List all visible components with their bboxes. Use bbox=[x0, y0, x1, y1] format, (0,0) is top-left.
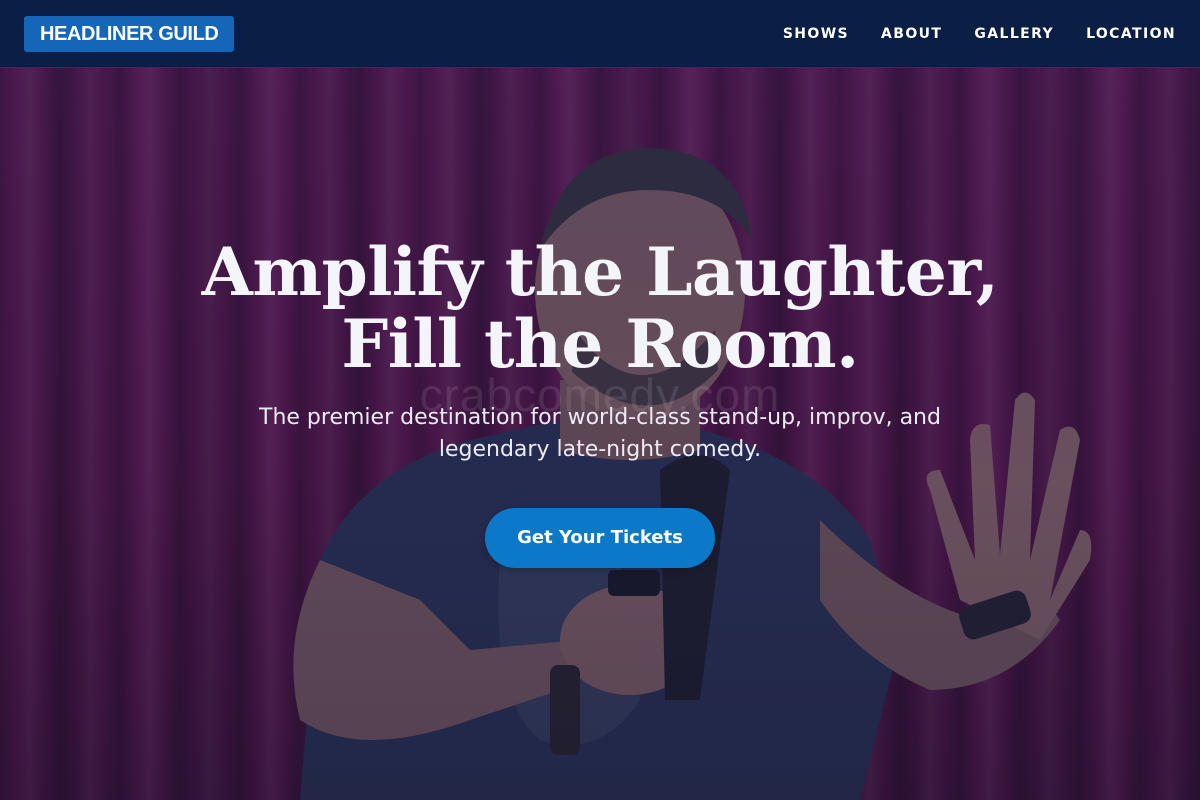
get-tickets-button[interactable]: Get Your Tickets bbox=[485, 508, 715, 568]
hero-headline: Amplify the Laughter, Fill the Room. bbox=[201, 233, 999, 383]
hero-content: Amplify the Laughter, Fill the Room. The… bbox=[0, 236, 1200, 568]
nav-item-gallery[interactable]: GALLERY bbox=[974, 26, 1054, 42]
landing-page: crabcomedy.com HEADLINER GUILD SHOWS ABO… bbox=[0, 0, 1200, 800]
nav-item-about[interactable]: ABOUT bbox=[881, 26, 942, 42]
brand-logo-button[interactable]: HEADLINER GUILD bbox=[24, 16, 235, 52]
top-navigation-bar: HEADLINER GUILD SHOWS ABOUT GALLERY LOCA… bbox=[0, 0, 1200, 68]
nav-item-location[interactable]: LOCATION bbox=[1086, 26, 1176, 42]
nav-links: SHOWS ABOUT GALLERY LOCATION bbox=[783, 0, 1176, 68]
hero-subheadline: The premier destination for world-class … bbox=[259, 405, 941, 462]
nav-item-shows[interactable]: SHOWS bbox=[783, 26, 849, 42]
